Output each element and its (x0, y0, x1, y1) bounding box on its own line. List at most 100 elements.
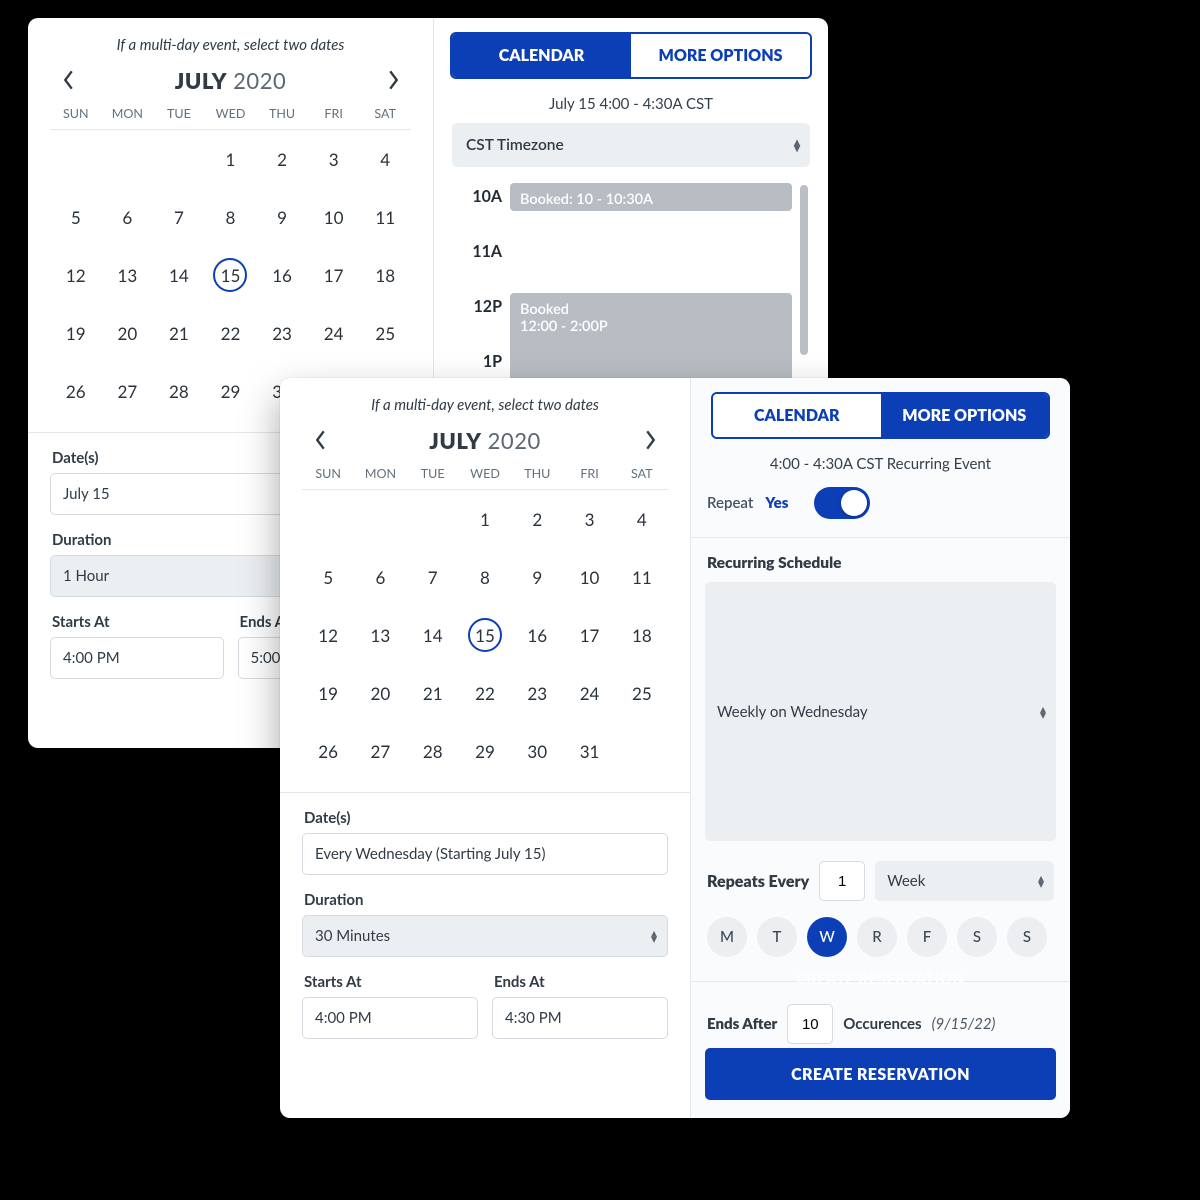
day-circle[interactable]: F (907, 917, 947, 957)
timezone-select[interactable]: CST Timezone ▴▾ (452, 123, 810, 167)
tab-more-options[interactable]: MORE OPTIONS (881, 394, 1049, 437)
day-circle[interactable]: W (807, 917, 847, 957)
repeat-label: Repeat (707, 494, 753, 512)
tab-more-options[interactable]: MORE OPTIONS (631, 34, 810, 77)
calendar-day[interactable]: 4 (616, 500, 668, 538)
calendar-day[interactable]: 13 (354, 616, 406, 654)
calendar-day[interactable]: 1 (459, 500, 511, 538)
calendar-day[interactable]: 19 (50, 314, 102, 352)
calendar-day[interactable]: 31 (563, 732, 615, 770)
calendar-day[interactable]: 15 (205, 256, 257, 294)
calendar-day[interactable]: 25 (359, 314, 411, 352)
calendar-day[interactable]: 5 (302, 558, 354, 596)
calendar-day[interactable]: 24 (563, 674, 615, 712)
starts-at-input[interactable]: 4:00 PM (302, 997, 478, 1039)
calendar-day[interactable]: 23 (511, 674, 563, 712)
calendar-day[interactable]: 2 (511, 500, 563, 538)
calendar-day[interactable]: 14 (407, 616, 459, 654)
calendar-day[interactable]: 16 (511, 616, 563, 654)
weekday-label: THU (256, 106, 308, 121)
calendar-day[interactable]: 1 (205, 140, 257, 178)
repeats-every-input[interactable] (819, 861, 865, 901)
tab-calendar[interactable]: CALENDAR (713, 394, 881, 437)
calendar-day[interactable]: 9 (256, 198, 308, 236)
month-header: JULY 2020 (302, 426, 668, 454)
calendar-day[interactable]: 23 (256, 314, 308, 352)
calendar-day[interactable]: 20 (354, 674, 406, 712)
prev-month-button[interactable] (54, 66, 82, 94)
prev-month-button[interactable] (306, 426, 334, 454)
next-month-button[interactable] (379, 66, 407, 94)
calendar-day[interactable]: 16 (256, 256, 308, 294)
ends-after-input[interactable] (787, 1004, 833, 1044)
calendar-day[interactable]: 19 (302, 674, 354, 712)
day-circle[interactable]: R (857, 917, 897, 957)
calendar-day[interactable]: 27 (354, 732, 406, 770)
day-circle[interactable]: S (957, 917, 997, 957)
calendar-day[interactable]: 3 (308, 140, 360, 178)
calendar-day[interactable]: 27 (102, 372, 154, 410)
scrollbar-thumb[interactable] (800, 185, 808, 355)
tab-calendar[interactable]: CALENDAR (452, 34, 631, 77)
weekday-label: SUN (302, 466, 354, 481)
calendar-day[interactable]: 20 (102, 314, 154, 352)
create-reservation-button[interactable]: CREATE RESERVATION (705, 1048, 1056, 1100)
calendar-day[interactable]: 22 (459, 674, 511, 712)
view-segmented-control: CALENDAR MORE OPTIONS (711, 392, 1050, 439)
day-circle[interactable]: S (1007, 917, 1047, 957)
calendar-day[interactable]: 8 (459, 558, 511, 596)
calendar-day[interactable]: 13 (102, 256, 154, 294)
multi-day-hint: If a multi-day event, select two dates (302, 396, 668, 414)
month-title: JULY 2020 (175, 67, 286, 94)
duration-select[interactable]: 30 Minutes ▴▾ (302, 915, 668, 957)
calendar-day[interactable]: 8 (205, 198, 257, 236)
recurring-subtitle: 4:00 - 4:30A CST Recurring Event (705, 455, 1056, 473)
calendar-grid: 1234567891011121314151617181920212223242… (302, 500, 668, 770)
calendar-day[interactable]: 12 (50, 256, 102, 294)
calendar-day[interactable]: 30 (511, 732, 563, 770)
calendar-day[interactable]: 26 (302, 732, 354, 770)
calendar-day[interactable]: 7 (407, 558, 459, 596)
calendar-day[interactable]: 3 (563, 500, 615, 538)
calendar-day[interactable]: 24 (308, 314, 360, 352)
repeat-toggle[interactable] (814, 487, 870, 519)
day-circle[interactable]: T (757, 917, 797, 957)
calendar-day[interactable]: 11 (616, 558, 668, 596)
calendar-day[interactable]: 15 (459, 616, 511, 654)
calendar-day[interactable]: 29 (205, 372, 257, 410)
calendar-day[interactable]: 17 (563, 616, 615, 654)
day-circle[interactable]: M (707, 917, 747, 957)
calendar-day[interactable]: 4 (359, 140, 411, 178)
repeats-unit-select[interactable]: Week ▴▾ (875, 861, 1054, 901)
calendar-day[interactable]: 25 (616, 674, 668, 712)
calendar-day[interactable]: 29 (459, 732, 511, 770)
starts-at-label: Starts At (52, 613, 222, 631)
calendar-day[interactable]: 26 (50, 372, 102, 410)
next-month-button[interactable] (636, 426, 664, 454)
starts-at-input[interactable]: 4:00 PM (50, 637, 224, 679)
calendar-day[interactable]: 18 (616, 616, 668, 654)
calendar-day[interactable]: 5 (50, 198, 102, 236)
calendar-day[interactable]: 14 (153, 256, 205, 294)
calendar-day[interactable]: 28 (153, 372, 205, 410)
ends-at-input[interactable]: 4:30 PM (492, 997, 668, 1039)
calendar-day[interactable]: 21 (153, 314, 205, 352)
calendar-day[interactable]: 12 (302, 616, 354, 654)
month-title: JULY 2020 (429, 427, 540, 454)
calendar-day[interactable]: 6 (354, 558, 406, 596)
calendar-day[interactable]: 28 (407, 732, 459, 770)
calendar-day[interactable]: 7 (153, 198, 205, 236)
dates-input[interactable]: Every Wednesday (Starting July 15) (302, 833, 668, 875)
calendar-day[interactable]: 9 (511, 558, 563, 596)
calendar-day[interactable]: 21 (407, 674, 459, 712)
calendar-day[interactable]: 17 (308, 256, 360, 294)
selected-slot-text: July 15 4:00 - 4:30A CST (444, 95, 818, 113)
calendar-day[interactable]: 6 (102, 198, 154, 236)
calendar-day[interactable]: 18 (359, 256, 411, 294)
calendar-day[interactable]: 10 (308, 198, 360, 236)
calendar-day[interactable]: 11 (359, 198, 411, 236)
calendar-day[interactable]: 10 (563, 558, 615, 596)
calendar-day[interactable]: 22 (205, 314, 257, 352)
recurring-schedule-select[interactable]: Weekly on Wednesday ▴▾ (705, 582, 1056, 841)
calendar-day[interactable]: 2 (256, 140, 308, 178)
